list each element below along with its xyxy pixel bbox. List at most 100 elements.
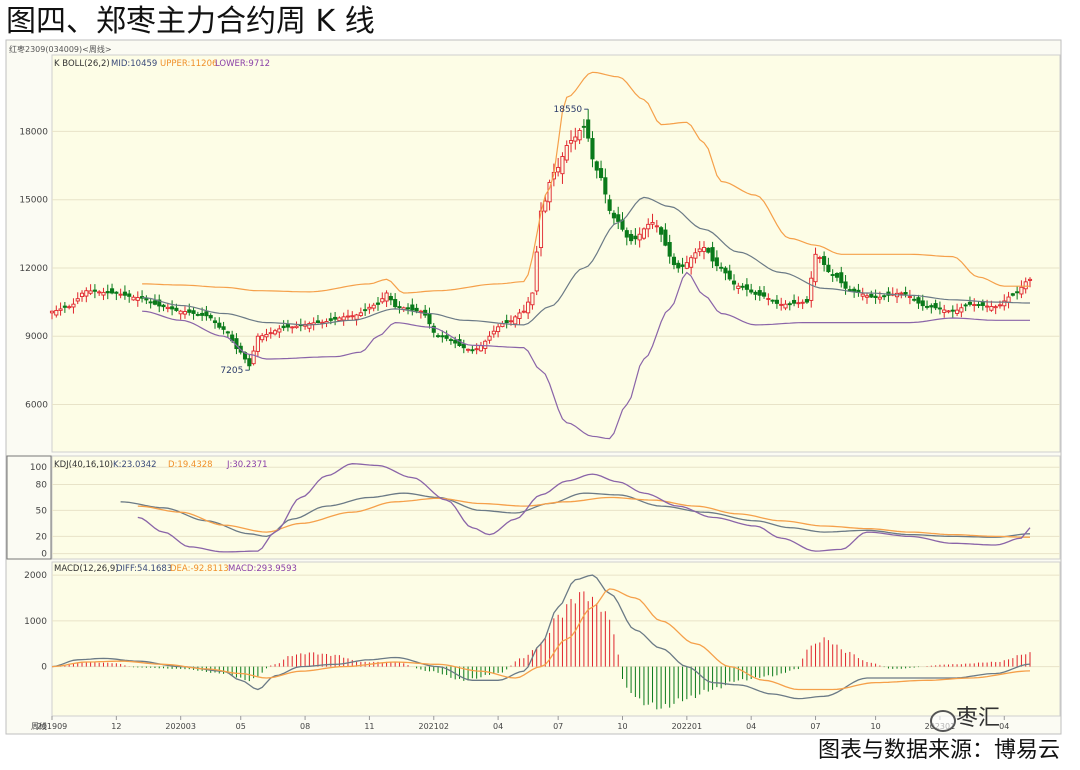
candle-up (97, 291, 102, 294)
kdj-panel-bg (51, 455, 1061, 560)
candle-up (135, 297, 140, 301)
candle-down (937, 307, 942, 310)
candle-up (178, 310, 183, 315)
watermark: 枣汇 (930, 704, 1060, 736)
candle-up (697, 248, 702, 253)
candle-down (410, 304, 415, 311)
candle-up (1006, 296, 1011, 303)
candle-down (375, 302, 381, 305)
candle-down (174, 307, 179, 311)
candle-down (770, 299, 775, 302)
candle-up (517, 312, 522, 319)
candle-down (225, 331, 230, 334)
candle-down (633, 235, 638, 240)
xtick-label: 201909 (37, 722, 68, 731)
candle-down (191, 310, 196, 314)
kdj-ytick-label: 0 (41, 550, 47, 560)
price-ytick-label: 12000 (19, 264, 48, 274)
candle-down (671, 256, 677, 266)
candle-up (358, 312, 363, 316)
candle-down (1010, 293, 1015, 296)
candle-down (152, 300, 157, 305)
kdj-legend-k: K:23.0342 (113, 460, 157, 470)
candle-up (955, 309, 960, 314)
candle-down (762, 292, 767, 297)
candle-down (774, 299, 779, 304)
xtick-label: 08 (300, 722, 310, 731)
candle-down (586, 119, 591, 139)
candle-down (388, 296, 393, 301)
candle-down (204, 311, 209, 317)
candle-up (985, 305, 990, 308)
candle-down (436, 335, 441, 338)
candle-down (903, 292, 908, 295)
candle-down (920, 300, 925, 307)
candle-down (200, 312, 205, 316)
source-caption: 图表与数据来源：博易云 (817, 738, 1060, 763)
candle-up (354, 314, 359, 320)
kdj-indicator-label: KDJ(40,16,10) (54, 460, 113, 470)
candle-up (701, 247, 707, 252)
candle-up (49, 310, 55, 314)
candle-down (110, 288, 115, 294)
xtick-label: 202102 (418, 722, 449, 731)
candle-up (654, 225, 659, 228)
candle-up (118, 293, 123, 296)
candle-down (912, 298, 917, 301)
candle-up (972, 304, 977, 306)
candle-up (474, 348, 479, 351)
candle-up (637, 233, 642, 241)
candle-up (543, 200, 548, 212)
candle-up (813, 253, 818, 283)
kdj-ytick-label: 100 (30, 463, 47, 473)
candle-down (427, 313, 432, 325)
candle-up (860, 293, 865, 297)
candle-up (907, 296, 912, 298)
candle-up (521, 310, 526, 313)
candle-up (496, 326, 501, 333)
candle-down (950, 309, 955, 312)
kdj-ytick-label: 20 (36, 532, 48, 542)
candle-up (796, 302, 801, 305)
candle-up (864, 295, 870, 298)
candle-down (363, 309, 368, 312)
candle-up (526, 301, 531, 314)
candle-up (693, 252, 698, 259)
candle-up (534, 251, 539, 292)
candle-down (731, 280, 737, 285)
xtick-label: 05 (236, 722, 246, 731)
candle-up (946, 310, 951, 313)
price-ytick-label: 15000 (19, 196, 48, 206)
candle-down (719, 266, 724, 269)
candle-down (723, 267, 728, 274)
candle-up (307, 323, 312, 329)
xtick-label: 10 (870, 722, 880, 731)
candle-down (161, 304, 166, 308)
candle-down (710, 247, 715, 262)
candle-down (624, 230, 629, 238)
candle-up (491, 330, 496, 335)
candle-down (873, 295, 878, 298)
candle-up (959, 307, 964, 313)
candle-down (826, 264, 831, 273)
candle-down (393, 299, 398, 308)
candle-up (182, 311, 188, 315)
candle-down (616, 214, 621, 222)
xtick-label: 04 (493, 722, 503, 731)
candle-up (71, 303, 76, 308)
xtick-label: 12 (111, 722, 121, 731)
candle-up (264, 333, 269, 338)
candle-down (328, 318, 333, 321)
candle-down (333, 316, 338, 320)
candle-down (217, 322, 222, 328)
candle-up (513, 316, 518, 325)
candle-down (221, 326, 226, 330)
candle-down (929, 305, 934, 308)
candle-down (830, 274, 835, 276)
candle-down (667, 242, 672, 257)
candle-down (603, 177, 608, 195)
candle-down (753, 291, 758, 295)
candle-down (822, 256, 827, 266)
candle-down (882, 295, 887, 298)
candle-up (577, 129, 582, 141)
